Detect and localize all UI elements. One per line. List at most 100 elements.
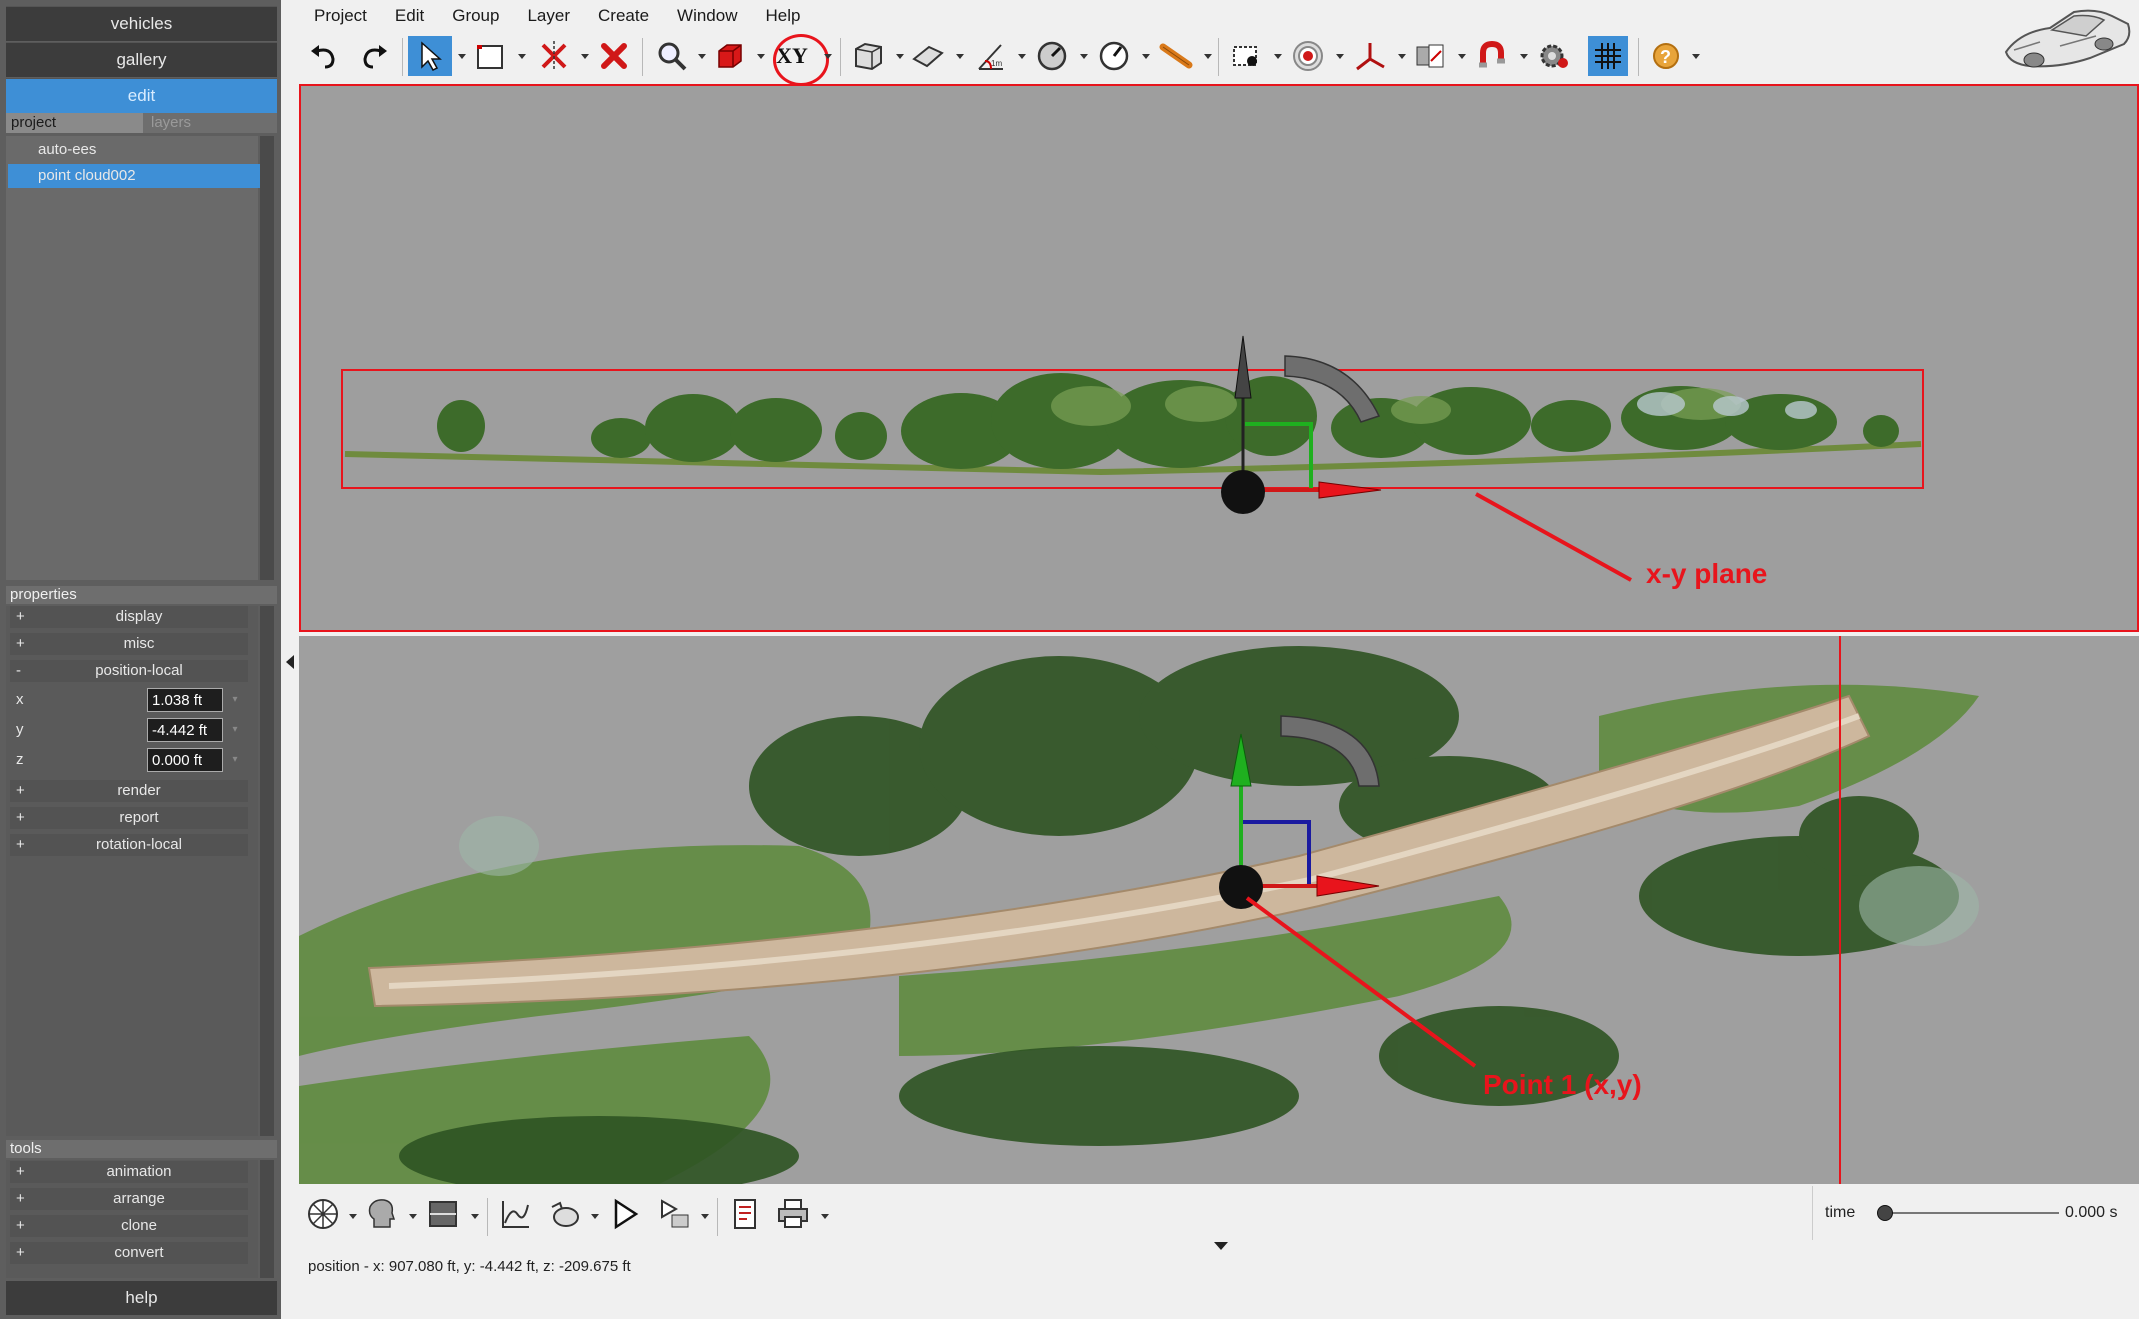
camera-path-dropdown-icon[interactable] (591, 1214, 599, 1219)
tools-scrollbar[interactable] (260, 1160, 274, 1278)
menu-create[interactable]: Create (598, 6, 649, 26)
tab-layers[interactable]: layers (146, 113, 271, 133)
view-cube-button[interactable] (710, 36, 750, 76)
tab-project[interactable]: project (6, 113, 143, 133)
help-question-button[interactable]: ? (1646, 36, 1686, 76)
tool-arrange[interactable]: + arrange (10, 1188, 248, 1210)
delete-vertex-button[interactable] (534, 36, 574, 76)
zoom-dropdown-icon[interactable] (698, 54, 706, 59)
box-view-dropdown-icon[interactable] (896, 54, 904, 59)
play-button[interactable] (605, 1194, 645, 1234)
record-dropdown-icon[interactable] (1336, 54, 1344, 59)
layout-dropdown-icon[interactable] (471, 1214, 479, 1219)
gauge-dropdown-icon[interactable] (1142, 54, 1150, 59)
ruler-dropdown-icon[interactable] (1204, 54, 1212, 59)
select-dropdown-icon[interactable] (458, 54, 466, 59)
plane-dropdown-icon[interactable] (956, 54, 964, 59)
position-y-spinner[interactable]: ▾ (225, 718, 245, 742)
head-view-button[interactable] (361, 1194, 401, 1234)
menu-edit[interactable]: Edit (395, 6, 424, 26)
time-slider-thumb[interactable] (1877, 1205, 1893, 1221)
collapse-panel-arrow-icon[interactable] (286, 655, 294, 669)
play-options-button[interactable] (655, 1194, 695, 1234)
layer-item-auto-ees[interactable]: auto-ees (8, 138, 260, 162)
graph-button[interactable] (495, 1194, 535, 1234)
delete-vertex-dropdown-icon[interactable] (581, 54, 589, 59)
measure-button[interactable]: 1m (970, 36, 1010, 76)
layout-button[interactable] (423, 1194, 463, 1234)
toolbar-separator (840, 38, 841, 76)
magnet-button[interactable] (1472, 36, 1512, 76)
box-select-button[interactable] (470, 36, 510, 76)
position-z-spinner[interactable]: ▾ (225, 748, 245, 772)
side-viewport[interactable]: x-y plane (299, 84, 2139, 632)
menu-layer[interactable]: Layer (527, 6, 570, 26)
tool-convert[interactable]: + convert (10, 1242, 248, 1264)
prop-display[interactable]: + display (10, 606, 248, 628)
report-button[interactable] (725, 1194, 765, 1234)
gallery-button[interactable]: gallery (6, 42, 277, 77)
menu-group[interactable]: Group (452, 6, 499, 26)
undo-button[interactable] (304, 36, 344, 76)
settings-button[interactable] (1534, 36, 1574, 76)
menu-window[interactable]: Window (677, 6, 737, 26)
redo-icon (363, 45, 387, 69)
position-y-input[interactable]: -4.442 ft (147, 718, 223, 742)
menu-help[interactable]: Help (766, 6, 801, 26)
redo-button[interactable] (354, 36, 394, 76)
material-dropdown-icon[interactable] (1458, 54, 1466, 59)
camera-path-button[interactable] (545, 1194, 585, 1234)
tool-clone[interactable]: + clone (10, 1215, 248, 1237)
box-select-dropdown-icon[interactable] (518, 54, 526, 59)
axes-button[interactable] (1350, 36, 1390, 76)
menu-project[interactable]: Project (314, 6, 367, 26)
camera-target-button[interactable] (1226, 36, 1266, 76)
tool-animation[interactable]: + animation (10, 1161, 248, 1183)
prop-position-local[interactable]: - position-local (10, 660, 248, 682)
view-cube-dropdown-icon[interactable] (757, 54, 765, 59)
edit-button[interactable]: edit (6, 78, 277, 113)
plane-button[interactable] (908, 36, 948, 76)
prop-misc[interactable]: + misc (10, 633, 248, 655)
dial-button[interactable] (1032, 36, 1072, 76)
render-mode-button[interactable] (303, 1194, 343, 1234)
help-button[interactable]: help (6, 1281, 277, 1315)
head-view-dropdown-icon[interactable] (409, 1214, 417, 1219)
prop-report[interactable]: + report (10, 807, 248, 829)
top-viewport[interactable]: Point 1 (x,y) (299, 636, 2139, 1196)
dial-dropdown-icon[interactable] (1080, 54, 1088, 59)
material-button[interactable] (1410, 36, 1450, 76)
layer-item-point-cloud[interactable]: point cloud002 (8, 164, 260, 188)
position-x-input[interactable]: 1.038 ft (147, 688, 223, 712)
gauge-button[interactable] (1094, 36, 1134, 76)
axes-dropdown-icon[interactable] (1398, 54, 1406, 59)
render-mode-dropdown-icon[interactable] (349, 1214, 357, 1219)
prop-render[interactable]: + render (10, 780, 248, 802)
position-z-input[interactable]: 0.000 ft (147, 748, 223, 772)
time-slider-track[interactable] (1883, 1212, 2059, 1214)
play-options-dropdown-icon[interactable] (701, 1214, 709, 1219)
measure-dropdown-icon[interactable] (1018, 54, 1026, 59)
help-dropdown-icon[interactable] (1692, 54, 1700, 59)
record-button[interactable] (1288, 36, 1328, 76)
zoom-button[interactable] (652, 36, 692, 76)
ruler-button[interactable] (1156, 36, 1196, 76)
delete-button[interactable] (594, 36, 634, 76)
graph-icon (502, 1201, 529, 1228)
box-view-button[interactable] (848, 36, 888, 76)
vehicles-button[interactable]: vehicles (6, 6, 277, 41)
grid-toggle-button[interactable] (1588, 36, 1628, 76)
print-dropdown-icon[interactable] (821, 1214, 829, 1219)
expand-panel-arrow-icon[interactable] (1214, 1242, 1228, 1250)
position-x-spinner[interactable]: ▾ (225, 688, 245, 712)
magnet-dropdown-icon[interactable] (1520, 54, 1528, 59)
select-tool-button[interactable] (408, 36, 452, 76)
prop-rotation-local[interactable]: + rotation-local (10, 834, 248, 856)
camera-target-dropdown-icon[interactable] (1274, 54, 1282, 59)
properties-header-label: properties (10, 586, 77, 603)
print-button[interactable] (773, 1194, 813, 1234)
tools-header: tools (6, 1140, 277, 1158)
xy-dropdown-icon[interactable] (824, 54, 832, 59)
layer-list-scrollbar[interactable] (260, 136, 274, 580)
properties-scrollbar[interactable] (260, 606, 274, 1136)
